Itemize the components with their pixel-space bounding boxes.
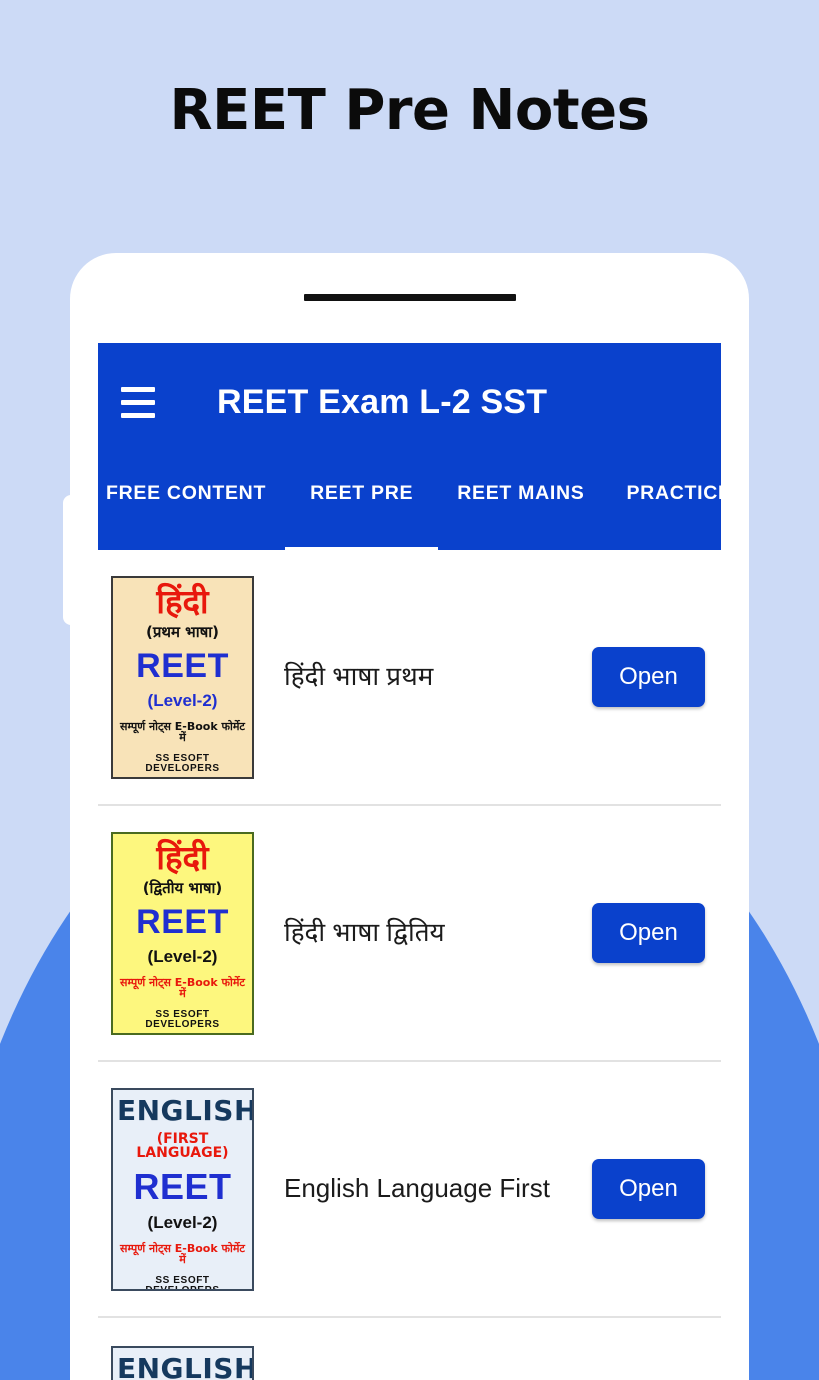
tab-practice[interactable]: PRACTICE: [626, 461, 721, 505]
list-item[interactable]: हिंदी (प्रथम भाषा) REET (Level-2) सम्पूर…: [98, 550, 721, 806]
cover-subtitle: (प्रथम भाषा): [145, 622, 219, 641]
cover-exam-name: REET: [136, 646, 229, 685]
app-bar-top-row: REET Exam L-2 SST: [98, 343, 721, 461]
hamburger-menu-icon[interactable]: [110, 374, 166, 430]
cover-note: सम्पूर्ण नोट्स E-Book फोर्मेट में: [120, 719, 245, 744]
cover-main-title: ENGLISH: [117, 1352, 254, 1380]
hamburger-bar-3: [121, 412, 155, 418]
app-screen: REET Exam L-2 SST FREE CONTENT REET PRE …: [98, 343, 721, 1380]
list-item-title: हिंदी भाषा द्वितिय: [284, 917, 445, 948]
cover-level: (Level-2): [147, 690, 218, 710]
tab-reet-mains[interactable]: REET MAINS: [457, 461, 584, 505]
list-item-title: English Language First: [284, 1173, 550, 1204]
list-item-title: हिंदी भाषा प्रथम: [284, 661, 434, 692]
cover-note: सम्पूर्ण नोट्स E-Book फोर्मेट में: [120, 975, 245, 1000]
phone-speaker-icon: [303, 294, 516, 301]
tab-reet-pre[interactable]: REET PRE: [285, 461, 439, 552]
cover-exam-name: REET: [133, 1165, 232, 1207]
page-title: REET Pre Notes: [169, 78, 650, 143]
tab-free-content[interactable]: FREE CONTENT: [106, 461, 266, 505]
list-item[interactable]: ENGLISH (FIRST LANGUAGE) REET (Level-2) …: [98, 1062, 721, 1318]
cover-note: सम्पूर्ण नोट्स E-Book फोर्मेट में: [120, 1241, 245, 1266]
cover-publisher: SS ESOFT DEVELOPERS: [145, 1274, 220, 1291]
cover-main-title: हिंदी: [156, 581, 209, 621]
book-cover-thumbnail: हिंदी (द्वितीय भाषा) REET (Level-2) सम्प…: [111, 831, 254, 1035]
hamburger-bar-2: [121, 399, 155, 405]
hamburger-bar-1: [121, 386, 155, 392]
book-cover-thumbnail: हिंदी (प्रथम भाषा) REET (Level-2) सम्पूर…: [111, 575, 254, 779]
open-button[interactable]: Open: [592, 647, 705, 707]
app-bar: REET Exam L-2 SST FREE CONTENT REET PRE …: [98, 343, 721, 552]
cover-main-title: ENGLISH: [117, 1093, 254, 1127]
book-cover-thumbnail: ENGLISH (FIRST LANGUAGE) REET (Level-2) …: [111, 1087, 254, 1291]
book-cover-thumbnail: ENGLISH: [111, 1346, 254, 1380]
cover-publisher: SS ESOFT DEVELOPERS: [145, 752, 220, 774]
cover-subtitle: (FIRST LANGUAGE): [136, 1130, 229, 1161]
cover-exam-name: REET: [136, 902, 229, 941]
phone-mockup: REET Exam L-2 SST FREE CONTENT REET PRE …: [70, 253, 749, 1380]
list-item[interactable]: ENGLISH: [98, 1318, 721, 1380]
list-item[interactable]: हिंदी (द्वितीय भाषा) REET (Level-2) सम्प…: [98, 806, 721, 1062]
open-button[interactable]: Open: [592, 1159, 705, 1219]
book-list: हिंदी (प्रथम भाषा) REET (Level-2) सम्पूर…: [98, 550, 721, 1380]
app-bar-title: REET Exam L-2 SST: [217, 382, 548, 421]
cover-subtitle: (द्वितीय भाषा): [142, 878, 223, 897]
open-button[interactable]: Open: [592, 903, 705, 963]
cover-level: (Level-2): [147, 1212, 218, 1232]
cover-level: (Level-2): [147, 946, 218, 966]
cover-publisher: SS ESOFT DEVELOPERS: [145, 1008, 220, 1030]
tab-bar: FREE CONTENT REET PRE REET MAINS PRACTIC…: [98, 461, 721, 552]
cover-main-title: हिंदी: [156, 837, 209, 877]
